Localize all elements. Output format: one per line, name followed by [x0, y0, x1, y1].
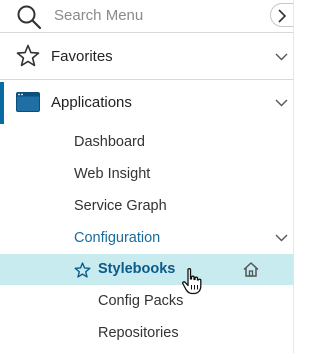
menu-item-config-packs[interactable]: Config Packs: [98, 293, 183, 309]
applications-window-icon: [16, 92, 40, 112]
collapse-menu-button[interactable]: [270, 3, 294, 27]
applications-label: Applications: [51, 94, 132, 111]
hand-pointer-cursor-icon: [182, 268, 202, 295]
search-bar: [0, 0, 294, 33]
menu-item-favorites[interactable]: Favorites: [0, 34, 293, 80]
menu-item-dashboard[interactable]: Dashboard: [74, 134, 145, 150]
chevron-down-icon: [275, 234, 288, 242]
chevron-down-icon: [275, 53, 288, 61]
stylebooks-label: Stylebooks: [98, 261, 176, 277]
menu-item-service-graph[interactable]: Service Graph: [74, 198, 167, 214]
chevron-down-icon: [275, 99, 288, 107]
home-icon[interactable]: [243, 262, 259, 277]
star-icon: [16, 44, 40, 67]
favorites-label: Favorites: [51, 48, 113, 65]
menu-item-applications[interactable]: Applications: [0, 81, 293, 125]
search-input[interactable]: [54, 3, 264, 27]
menu-item-repositories[interactable]: Repositories: [98, 325, 179, 341]
star-icon[interactable]: [74, 262, 91, 278]
navigation-menu: Favorites Applications Dashboard Web Ins…: [0, 0, 294, 353]
configuration-label: Configuration: [74, 230, 161, 246]
panel-edge: [293, 0, 298, 353]
search-icon: [17, 5, 42, 30]
menu-item-web-insight[interactable]: Web Insight: [74, 166, 150, 182]
menu-item-configuration[interactable]: Configuration: [0, 226, 293, 252]
chevron-right-icon: [278, 9, 287, 23]
